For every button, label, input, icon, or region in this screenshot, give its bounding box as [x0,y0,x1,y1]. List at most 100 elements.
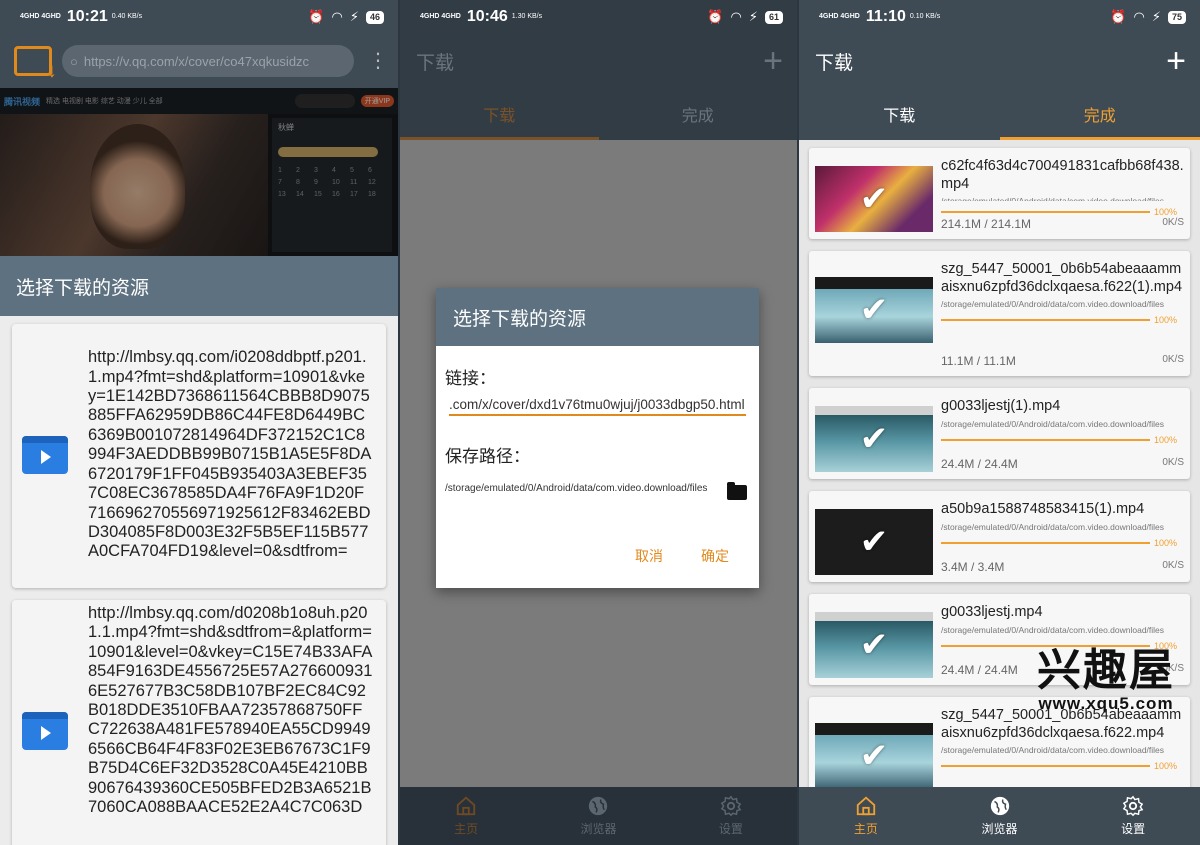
folder-icon[interactable] [727,482,747,500]
battery-level: 46 [365,10,384,24]
confirm-button[interactable]: 确定 [701,546,729,566]
nav-settings-label: 设置 [718,822,743,836]
download-item[interactable]: ✔ g0033ljestj(1).mp4/storage/emulated/0/A… [809,388,1190,479]
network-speed: 1.30 KB/s [511,13,543,20]
phone-dialog-screen: 4GHD 4GHD 10:46 1.30 KB/s ⏰ ◠ ⚡ 61 下载 + … [400,0,797,845]
download-item[interactable]: ✔ c62fc4f63d4c700491831cafbb68f438.mp4/st… [809,148,1190,239]
file-size: 11.1M / 11.1M [941,354,1016,368]
dialog-actions: 取消 确定 [635,546,729,566]
progress-percent: 100% [1154,207,1178,217]
resource-item[interactable]: http://lmbsy.qq.com/d0208b1o8uh.p201.1.m… [12,600,386,845]
progress-row: 100% [941,315,1184,325]
progress-percent: 100% [1154,434,1178,445]
alarm-icon: ⏰ [308,9,325,24]
nav-settings[interactable]: 设置 [1066,787,1200,845]
progress-row: 100% [941,207,1184,217]
home-icon [856,796,875,816]
battery-level: 75 [1167,10,1186,24]
download-info: szg_5447_50001_0b6b54abeaaammaisxnu6zpfd… [941,261,1184,368]
clock: 10:21 [66,8,108,25]
tab-completed[interactable]: 完成 [599,88,798,140]
download-speed: 0K/S [1162,217,1184,228]
file-path: /storage/emulated/0/Android/data/com.vid… [941,196,1165,201]
download-info: g0033ljestj(1).mp4/storage/emulated/0/An… [941,398,1184,471]
download-info: c62fc4f63d4c700491831cafbb68f438.mp4/sto… [941,158,1184,231]
charging-icon: ⚡ [349,9,359,24]
globe-icon [990,796,1009,816]
tab-bar: 下载 完成 [400,88,797,140]
progress-bar [941,765,1150,767]
bottom-nav: 主页 浏览器 设置 [400,787,797,845]
page-title: 下载 [815,52,854,74]
save-path-label: 保存路径： [445,447,530,466]
clock: 11:10 [865,8,906,25]
dim-overlay [0,88,398,256]
progress-percent: 100% [1154,537,1178,548]
progress-row: 100% [941,761,1184,771]
download-item[interactable]: ✔ a50b9a1588748583415(1).mp4/storage/emul… [809,491,1190,582]
progress-percent: 100% [1154,761,1178,771]
nav-home[interactable]: 主页 [799,787,933,845]
file-path: /storage/emulated/0/Android/data/com.vid… [941,624,1165,635]
signal-indicator: 4GHD 4GHD [420,13,461,20]
dialog-title: 选择下载的资源 [436,288,759,346]
battery-level: 61 [764,10,783,24]
file-size: 24.4M / 24.4M [941,457,1018,471]
network-speed: 0.40 KB/s [111,13,143,20]
video-thumbnail: ✔ [815,509,933,575]
download-footer: 11.1M / 11.1M 0K/S [941,354,1184,368]
tab-download[interactable]: 下载 [799,88,1000,140]
add-icon[interactable]: + [1166,44,1186,78]
link-input[interactable]: .com/x/cover/dxd1v76tmu0wjuj/j0033dbgp50… [449,397,746,416]
nav-home-label: 主页 [454,822,479,836]
file-name: g0033ljestj(1).mp4 [941,398,1061,414]
sheet-title: 选择下载的资源 [0,256,398,316]
web-page-preview: 腾讯视频 精选 电视剧 电影 综艺 动漫 少儿 全部 开通VIP 秋蝉 1234… [0,88,398,256]
browser-toolbar: ○ https://v.qq.com/x/cover/co47xqkusidzc… [0,34,398,88]
video-thumbnail: ✔ [815,612,933,678]
nav-settings[interactable]: 设置 [665,787,797,845]
url-bar[interactable]: ○ https://v.qq.com/x/cover/co47xqkusidzc [62,45,354,77]
page-title: 下载 [416,52,455,74]
download-footer: 24.4M / 24.4M 0K/S [941,457,1184,471]
progress-bar [941,541,1150,544]
signal-indicator: 4GHD 4GHD [20,13,61,20]
cancel-button[interactable]: 取消 [635,546,663,566]
network-speed: 0.10 KB/s [909,13,941,20]
nav-home[interactable]: 主页 [400,787,532,845]
wifi-icon: ◠ [1133,9,1145,24]
more-menu-icon[interactable]: ⋮ [368,51,388,71]
download-footer: 214.1M / 214.1M 0K/S [941,217,1184,231]
video-file-icon [22,436,68,474]
nav-home-label: 主页 [853,822,878,836]
search-icon: ○ [70,53,78,69]
nav-browser[interactable]: 浏览器 [933,787,1067,845]
tab-completed[interactable]: 完成 [999,88,1200,140]
add-icon[interactable]: + [763,44,783,78]
app-logo-icon[interactable] [14,46,57,83]
progress-bar [941,211,1150,213]
file-path: /storage/emulated/0/Android/data/com.vid… [941,299,1165,309]
phone-browser-screen: 4GHD 4GHD 10:21 0.40 KB/s ⏰ ◠ ⚡ 46 ○ htt… [0,0,398,845]
status-bar: 4GHD 4GHD 10:46 1.30 KB/s ⏰ ◠ ⚡ 61 [400,0,797,34]
watermark-url: www.xqu5.com [1038,694,1174,713]
alarm-icon: ⏰ [707,9,724,24]
progress-percent: 100% [1154,315,1178,325]
resource-url: http://lmbsy.qq.com/i0208ddbptf.p201.1.m… [88,348,372,561]
file-name: szg_5447_50001_0b6b54abeaaammaisxnu6zpfd… [941,261,1183,295]
resource-item[interactable]: http://lmbsy.qq.com/i0208ddbptf.p201.1.m… [12,324,386,588]
resource-list: http://lmbsy.qq.com/i0208ddbptf.p201.1.m… [0,316,398,845]
progress-bar [941,319,1150,321]
nav-settings-label: 设置 [1121,822,1146,836]
checkmark-icon: ✔ [859,626,889,664]
bottom-nav: 主页 浏览器 设置 [799,787,1200,845]
download-item[interactable]: ✔ szg_5447_50001_0b6b54abeaaammaisxnu6zpf… [809,251,1190,376]
save-path-row: /storage/emulated/0/Android/data/com.vid… [445,482,747,500]
download-info: szg_5447_50001_0b6b54abeaaammaisxnu6zpfd… [941,707,1184,790]
file-size: 24.4M / 24.4M [941,663,1018,677]
signal-indicator: 4GHD 4GHD [819,13,860,20]
video-thumbnail: ✔ [815,723,933,789]
tab-download[interactable]: 下载 [400,88,599,140]
tab-bar: 下载 完成 [799,88,1200,140]
nav-browser[interactable]: 浏览器 [532,787,664,845]
